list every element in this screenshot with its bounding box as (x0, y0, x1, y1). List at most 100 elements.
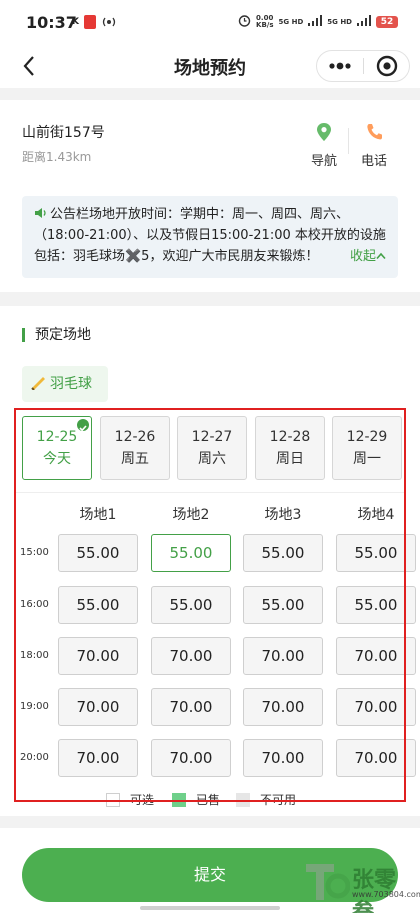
court-header: 场地4 (357, 507, 395, 523)
slot-button[interactable]: 70.00 (336, 637, 416, 675)
legend-sold: 已售 (172, 791, 220, 808)
slot-button[interactable]: 70.00 (336, 688, 416, 726)
date-tab-day: 周一 (353, 451, 381, 467)
slot-button[interactable]: 55.00 (58, 586, 138, 624)
status-time: 10:37 (26, 13, 77, 32)
court-header: 场地3 (264, 507, 302, 523)
watermark-logo (306, 864, 350, 900)
slot-button[interactable]: 70.00 (243, 739, 323, 777)
time-label: 16:00 (20, 599, 49, 610)
sport-label: 羽毛球 (50, 376, 92, 392)
slot-button[interactable]: 70.00 (336, 739, 416, 777)
section-title: 预定场地 (22, 328, 91, 342)
chevron-up-icon (376, 252, 386, 260)
court-header: 场地2 (172, 507, 210, 523)
check-icon (77, 419, 89, 432)
slot-button[interactable]: 70.00 (151, 637, 231, 675)
legend-swatch-unavailable (236, 793, 250, 807)
more-button[interactable] (317, 51, 363, 81)
phone-label: 电话 (360, 154, 387, 169)
app-notification-icon (84, 15, 96, 29)
navigate-button[interactable]: 导航 (304, 122, 344, 169)
booking-card: 预定场地 羽毛球 12-25 今天 12-26 周五 12-27 周六 12-28 周日 12-… (0, 306, 420, 816)
legend-swatch-sold (172, 793, 186, 807)
signal-bars-icon (308, 15, 323, 29)
phone-button[interactable]: 电话 (354, 122, 394, 169)
date-tab[interactable]: 12-25 今天 (22, 416, 92, 480)
date-tab-day: 周六 (198, 451, 226, 467)
notice-board: 公告栏场地开放时间：学期中：周一、周四、周六、（18:00-21:00）、以及节… (22, 196, 398, 278)
collapse-toggle[interactable]: 收起 (350, 246, 386, 267)
status-icons: 0.00 KB/s 5G HD 5G HD 52 (238, 14, 398, 30)
slot-button[interactable]: 70.00 (151, 739, 231, 777)
slot-button[interactable]: 55.00 (243, 586, 323, 624)
battery-indicator: 52 (376, 16, 398, 28)
time-label: 19:00 (20, 701, 49, 712)
slot-button[interactable]: 55.00 (243, 534, 323, 572)
legend-swatch-available (106, 793, 120, 807)
net-speed: 0.00 KB/s (256, 14, 274, 29)
legend-available: 可选 (106, 791, 154, 808)
grid-separator (14, 492, 406, 493)
watermark: 张零叁 www.703804.com (304, 856, 420, 913)
collapse-label: 收起 (349, 249, 376, 264)
legend-label-available: 可选 (130, 793, 155, 807)
venue-address: 山前街157号 (22, 125, 105, 141)
date-tab[interactable]: 12-28 周日 (255, 416, 325, 480)
time-label: 18:00 (20, 650, 49, 661)
watermark-brand: 张零叁 (352, 868, 397, 913)
target-close-icon (376, 55, 398, 77)
navigate-label: 导航 (310, 154, 337, 169)
date-tab-date: 12-27 (191, 429, 233, 445)
slot-button[interactable]: 70.00 (243, 688, 323, 726)
slot-button[interactable]: 70.00 (243, 637, 323, 675)
legend-unavailable: 不可用 (236, 791, 296, 808)
time-label: 20:00 (20, 752, 49, 763)
slot-button[interactable]: 70.00 (58, 637, 138, 675)
more-dots-icon (329, 62, 351, 70)
slot-button[interactable]: 70.00 (151, 688, 231, 726)
notice-text: 公告栏场地开放时间：学期中：周一、周四、周六、（18:00-21:00）、以及节… (34, 207, 386, 264)
alarm-icon (238, 14, 251, 30)
date-tab[interactable]: 12-29 周一 (332, 416, 402, 480)
venue-distance: 距离1.43km (22, 150, 92, 164)
time-label: 15:00 (20, 547, 49, 558)
home-indicator (140, 906, 280, 910)
nav-bar: 场地预约 (0, 44, 420, 88)
slot-button[interactable]: 55.00 (336, 534, 416, 572)
date-tab-date: 12-26 (114, 429, 156, 445)
signal-bars-icon (357, 15, 371, 29)
slot-button[interactable]: 55.00 (336, 586, 416, 624)
capsule-divider (363, 58, 364, 74)
date-tab[interactable]: 12-26 周五 (100, 416, 170, 480)
slot-button[interactable]: 70.00 (58, 688, 138, 726)
status-bar: 10:37 K 0.00 KB/s 5G HD 5G HD 52 (0, 0, 420, 44)
date-tab-day: 今天 (43, 451, 71, 467)
action-divider (348, 128, 349, 154)
badminton-icon (31, 377, 45, 390)
speaker-icon (35, 208, 46, 218)
location-pin-icon (317, 123, 331, 141)
venue-card: 山前街157号 距离1.43km 导航 电话 公告栏场地开放时间：学期中：周一、… (0, 100, 420, 292)
date-tab-day: 周日 (276, 451, 304, 467)
date-tab-date: 12-28 (269, 429, 311, 445)
slot-button[interactable]: 70.00 (58, 739, 138, 777)
nfc-icon (102, 15, 116, 29)
close-mini-program-button[interactable] (365, 51, 409, 81)
phone-icon (367, 124, 382, 140)
slot-button[interactable]: 55.00 (151, 534, 231, 572)
slot-button[interactable]: 55.00 (151, 586, 231, 624)
sport-tag[interactable]: 羽毛球 (22, 366, 108, 402)
legend-label-unavailable: 不可用 (260, 793, 297, 807)
court-header: 场地1 (79, 507, 117, 523)
carrier-mark: K (72, 17, 79, 27)
watermark-url: www.703804.com (352, 890, 420, 899)
legend-label-sold: 已售 (196, 793, 221, 807)
slot-button[interactable]: 55.00 (58, 534, 138, 572)
mini-program-capsule (316, 50, 410, 82)
date-tab-day: 周五 (121, 451, 149, 467)
signal-1: 5G HD (278, 18, 304, 26)
date-tab-date: 12-29 (346, 429, 388, 445)
signal-2: 5G HD (327, 18, 352, 26)
date-tab[interactable]: 12-27 周六 (177, 416, 247, 480)
